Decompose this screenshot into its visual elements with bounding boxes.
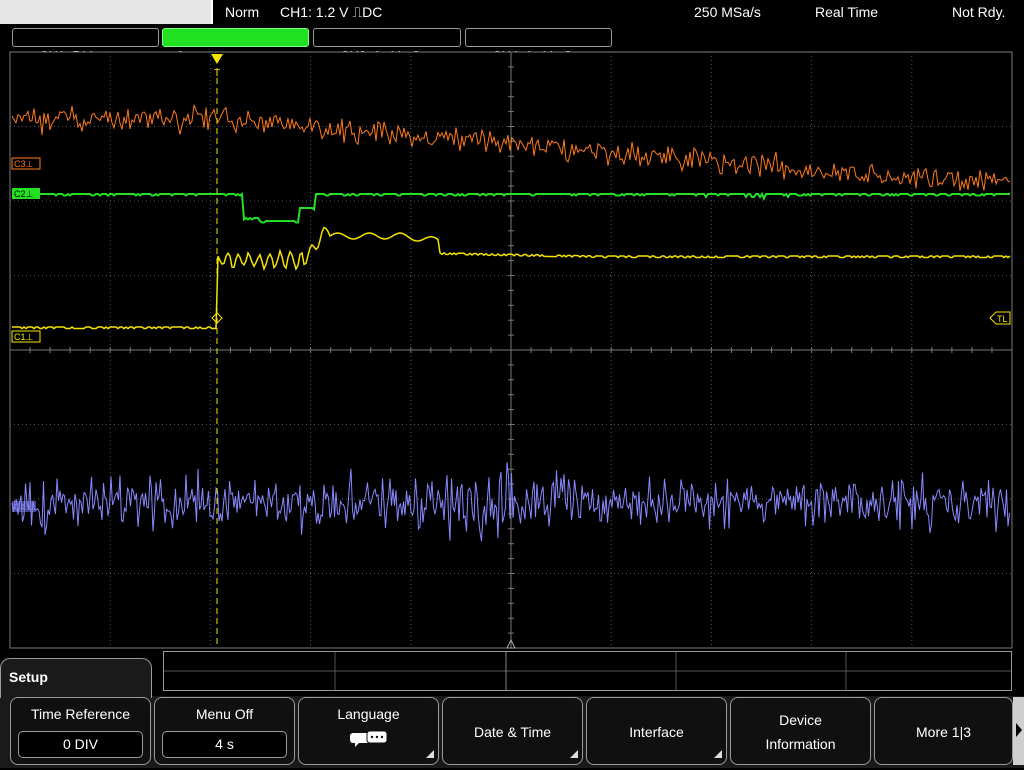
time-reference-softkey[interactable]: Time Reference 0 DIV xyxy=(10,697,151,765)
zoom-overview-strip xyxy=(163,651,1012,691)
acquisition-mode: Real Time xyxy=(815,4,879,20)
channel-4-tab[interactable]: CH4: 1mV≅Ω xyxy=(465,28,612,63)
ch4-ground-marker[interactable]: C4⊥ xyxy=(12,501,36,512)
trigger-mode[interactable]: Norm xyxy=(225,0,259,24)
language-label: Language xyxy=(337,706,400,722)
ch2-ground-marker[interactable]: C2⊥ xyxy=(12,188,40,199)
more-label: More 1|3 xyxy=(916,724,971,740)
time-reference-value[interactable]: 0 DIV xyxy=(18,731,143,758)
chevron-right-icon xyxy=(1016,723,1022,737)
trigger-status: Not Rdy. xyxy=(952,4,1006,20)
channel-1-tab[interactable]: CH1: 5 V≅ xyxy=(12,28,159,63)
time-reference-label: Time Reference xyxy=(30,706,131,722)
interface-label: Interface xyxy=(629,724,684,740)
trigger-pos-text: T xyxy=(214,68,220,79)
language-softkey[interactable]: Language xyxy=(298,697,439,765)
menu-off-value[interactable]: 4 s xyxy=(162,731,287,758)
date-time-label: Date & Time xyxy=(473,724,552,740)
ch3-ground-marker[interactable]: C3⊥ xyxy=(11,157,41,170)
ch3-marker-text: C3⊥ xyxy=(14,159,34,169)
trigger-level-text: TL xyxy=(997,314,1008,324)
device-info-line1: Device xyxy=(779,712,822,728)
ch1-ground-marker[interactable]: C1⊥ xyxy=(11,330,41,343)
sample-rate: 250 MSa/s xyxy=(694,4,761,20)
ch2-marker-text: C2⊥ xyxy=(14,189,34,199)
menu-title: Setup xyxy=(0,658,152,698)
ch1-marker-text: C1⊥ xyxy=(14,332,34,342)
device-information-softkey[interactable]: Device Information xyxy=(730,697,871,765)
trigger-info[interactable]: CH1: 1.2 V ⎍DC xyxy=(280,0,382,24)
date-time-softkey[interactable]: Date & Time xyxy=(442,697,583,765)
waveform-display[interactable]: T C3⊥ C2⊥ C1⊥ C4⊥ TL xyxy=(0,48,1024,652)
menu-off-softkey[interactable]: Menu Off 4 s xyxy=(154,697,295,765)
channel-3-tab[interactable]: CH3: 1mV≅Ω xyxy=(313,28,461,63)
timebase-box[interactable]: TB: 500 ns T: 1.47 µs xyxy=(0,0,213,44)
ch4-marker-text: C4⊥ xyxy=(14,502,34,512)
menu-off-label: Menu Off xyxy=(195,706,254,722)
interface-softkey[interactable]: Interface xyxy=(586,697,727,765)
more-softkey[interactable]: More 1|3 xyxy=(874,697,1013,765)
submenu-indicator-icon xyxy=(426,750,434,758)
menu-next-arrow[interactable] xyxy=(1013,697,1024,765)
channel-2-tab[interactable]: CH2: 20 mV≅Ω xyxy=(162,28,309,63)
device-info-line2: Information xyxy=(765,736,836,752)
submenu-indicator-icon xyxy=(714,750,722,758)
language-speech-icon xyxy=(350,730,388,747)
submenu-indicator-icon xyxy=(570,750,578,758)
